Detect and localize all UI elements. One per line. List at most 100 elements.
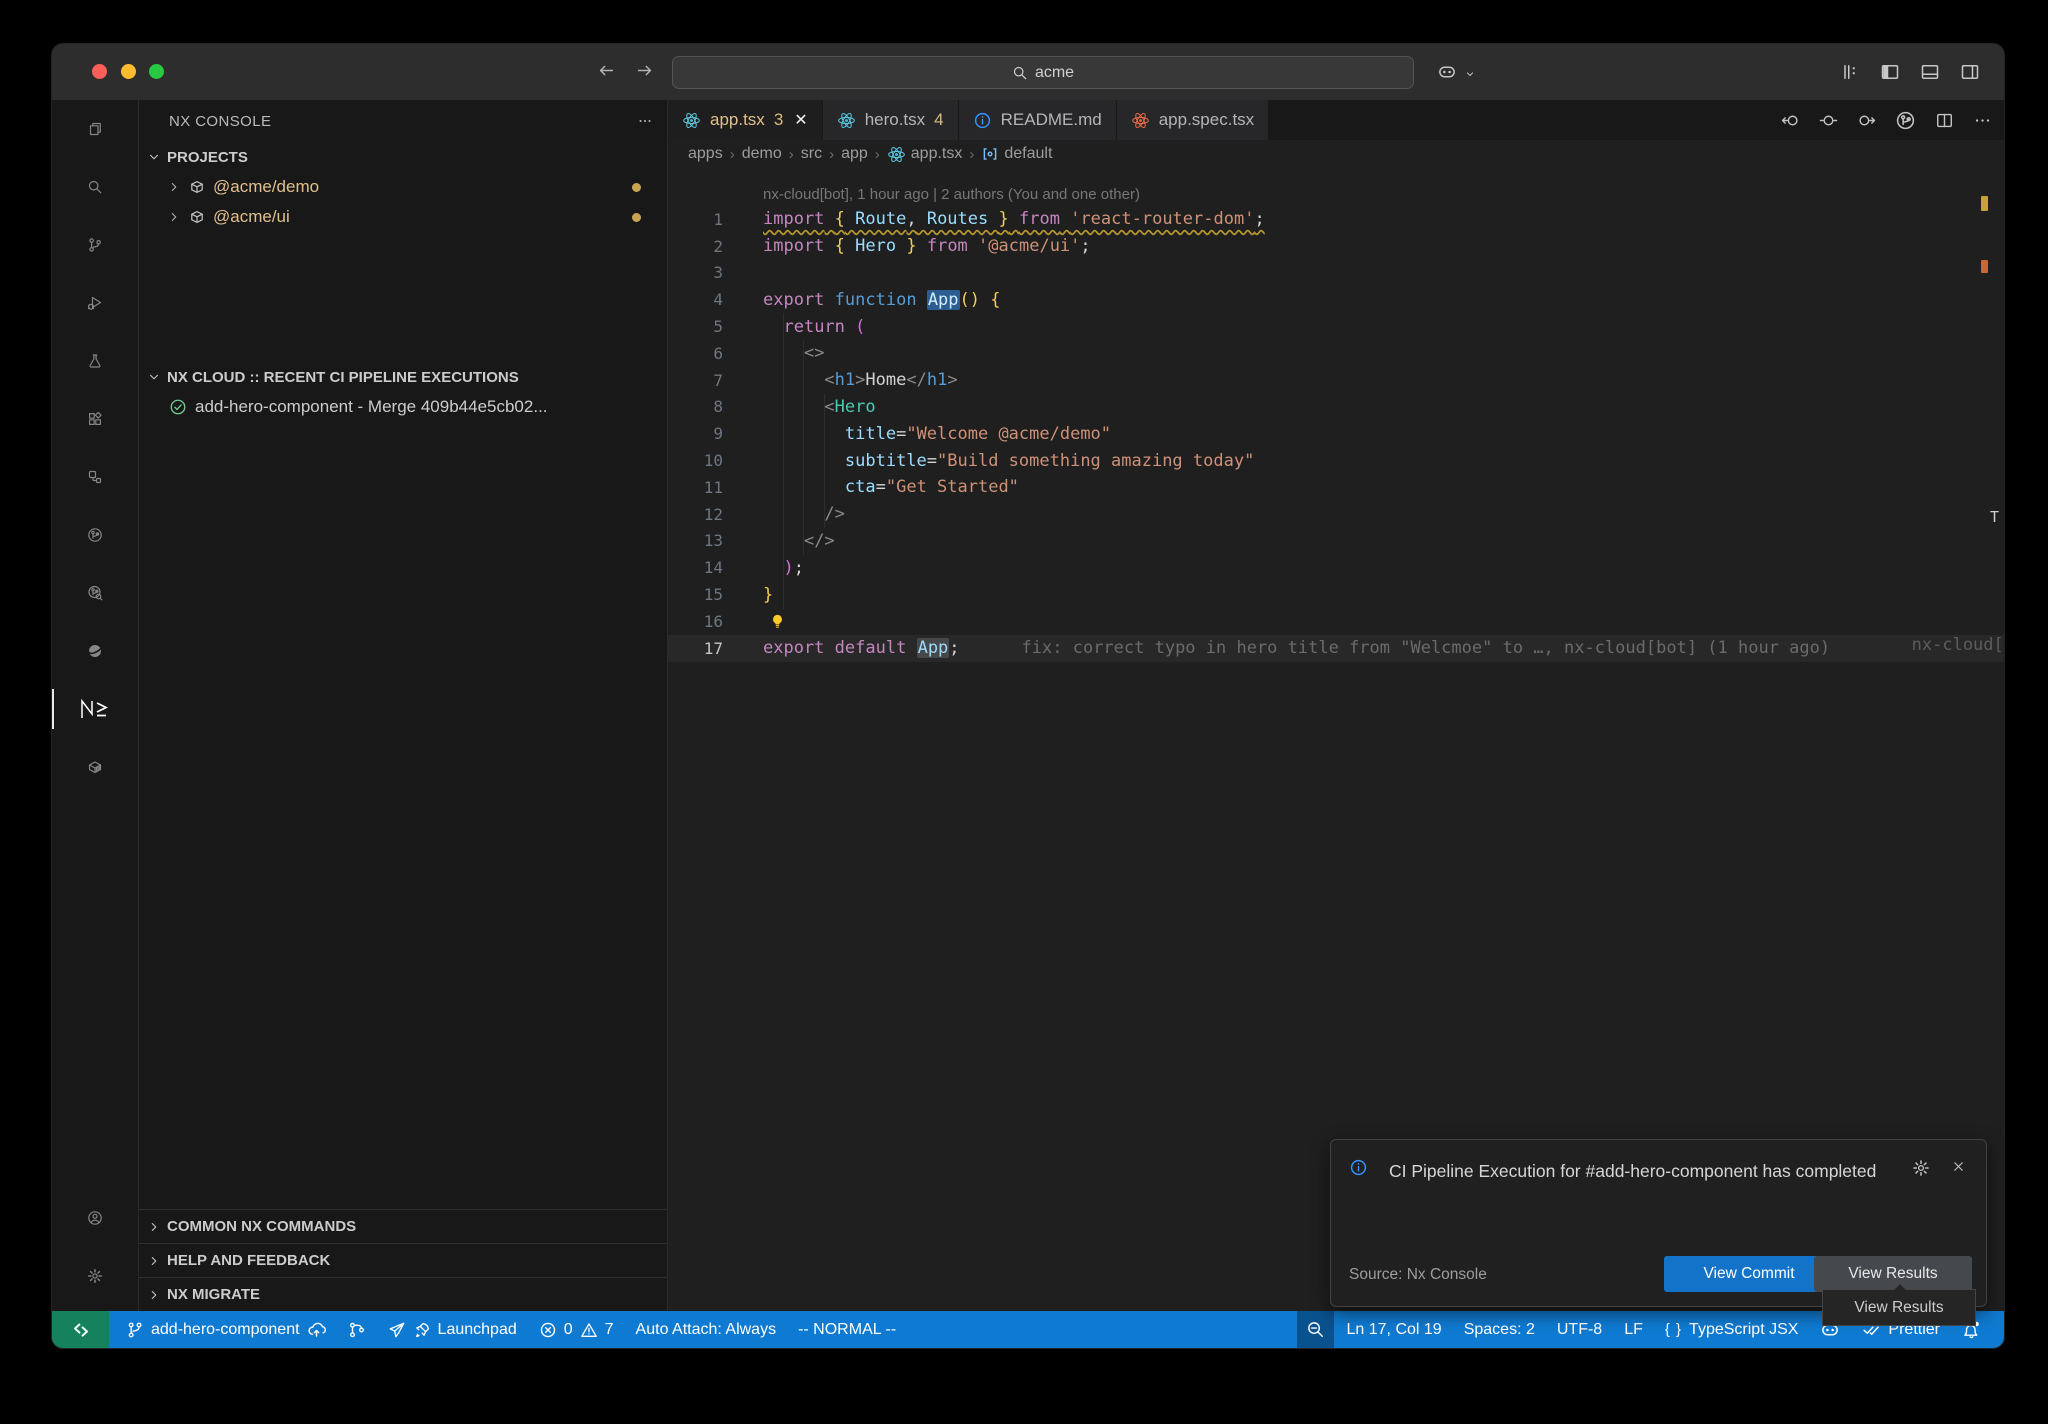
status-item[interactable] — [1297, 1311, 1334, 1348]
breadcrumb-item-app.tsx[interactable]: app.tsx — [887, 145, 963, 164]
more-actions-icon[interactable] — [1973, 111, 1992, 130]
nav-forward-circle-icon[interactable] — [1857, 111, 1876, 130]
react-blue-icon — [887, 145, 906, 164]
status-item-lf[interactable]: LF — [1615, 1311, 1652, 1348]
section-help-and-feedback[interactable]: HELP AND FEEDBACK — [139, 1243, 667, 1277]
toggle-panel-icon[interactable] — [1920, 62, 1940, 82]
section-projects[interactable]: PROJECTS — [139, 142, 667, 172]
nav-back-circle-icon[interactable] — [1781, 111, 1800, 130]
activity-bar-item-extensions[interactable] — [52, 390, 138, 448]
breadcrumb-item-default[interactable]: default — [981, 145, 1052, 163]
code-line-6[interactable]: 6 <> — [668, 340, 2004, 367]
line-number: 5 — [668, 317, 723, 336]
code-text: </> — [723, 531, 835, 551]
project-item[interactable]: @acme/ui — [139, 202, 667, 232]
remote-indicator[interactable] — [52, 1311, 109, 1348]
code-line-9[interactable]: 9 title="Welcome @acme/demo" — [668, 420, 2004, 447]
status-item[interactable] — [339, 1311, 375, 1348]
activity-bar-item-settings[interactable] — [52, 1247, 138, 1305]
status-item-auto-attach-always[interactable]: Auto Attach: Always — [627, 1311, 786, 1348]
status-item-utf-8[interactable]: UTF-8 — [1548, 1311, 1611, 1348]
activity-bar-item-search[interactable] — [52, 158, 138, 216]
activity-bar-item-gitlens-inspect[interactable] — [52, 564, 138, 622]
status-item-add-hero-component[interactable]: add-hero-component — [117, 1311, 335, 1348]
breadcrumb-item-app[interactable]: app — [841, 145, 868, 163]
nav-circle-icon[interactable] — [1819, 111, 1838, 130]
code-line-5[interactable]: 5 return ( — [668, 313, 2004, 340]
command-center[interactable]: acme — [672, 56, 1414, 89]
close-icon[interactable] — [1951, 1159, 1966, 1174]
activity-bar-item-nx-console[interactable] — [52, 680, 138, 738]
tab-README.md[interactable]: README.md — [959, 100, 1117, 140]
tab-hero.tsx[interactable]: hero.tsx4 — [823, 100, 959, 140]
activity-bar-item-source-control[interactable] — [52, 216, 138, 274]
code-line-7[interactable]: 7 <h1>Home</h1> — [668, 367, 2004, 394]
activity-bar-item-containers[interactable] — [52, 738, 138, 796]
code-line-14[interactable]: 14 ); — [668, 554, 2004, 581]
more-actions-icon[interactable] — [637, 113, 653, 129]
activity-bar-item-related-projects[interactable] — [52, 448, 138, 506]
code-line-2[interactable]: 2import { Hero } from '@acme/ui'; — [668, 233, 2004, 260]
activity-bar-item-testing[interactable] — [52, 332, 138, 390]
code-line-11[interactable]: 11 cta="Get Started" — [668, 474, 2004, 501]
toggle-primary-sidebar-icon[interactable] — [1880, 62, 1900, 82]
section-nx-cloud[interactable]: NX CLOUD :: RECENT CI PIPELINE EXECUTION… — [139, 362, 667, 392]
breadcrumb-item-src[interactable]: src — [801, 145, 822, 163]
tab-app.tsx[interactable]: app.tsx3✕ — [668, 100, 823, 140]
status-item-ln-17-col-19[interactable]: Ln 17, Col 19 — [1338, 1311, 1451, 1348]
code-line-1[interactable]: 1import { Route, Routes } from 'react-ro… — [668, 206, 2004, 233]
section-common-nx-commands[interactable]: COMMON NX COMMANDS — [139, 1209, 667, 1243]
code-line-4[interactable]: 4export function App() { — [668, 286, 2004, 313]
chevron-right-icon[interactable] — [167, 210, 181, 224]
toggle-secondary-sidebar-icon[interactable] — [1960, 62, 1980, 82]
breadcrumb-item-apps[interactable]: apps — [688, 145, 723, 163]
zoom-window-button[interactable] — [149, 64, 164, 79]
status-item-0[interactable]: 07 — [530, 1311, 623, 1348]
zoom-out-icon — [1306, 1320, 1325, 1339]
status-item--normal-[interactable]: -- NORMAL -- — [789, 1311, 905, 1348]
status-item-spaces-2[interactable]: Spaces: 2 — [1455, 1311, 1544, 1348]
code-line-15[interactable]: 15} — [668, 581, 2004, 608]
status-item-typescript-jsx[interactable]: { }TypeScript JSX — [1656, 1311, 1808, 1348]
activity-bar-item-run-debug[interactable] — [52, 274, 138, 332]
chevron-right-icon[interactable] — [167, 180, 181, 194]
nav-back-icon[interactable] — [597, 61, 616, 80]
warning-triangle-icon — [580, 1321, 598, 1339]
section-label: PROJECTS — [167, 149, 248, 166]
code-line-12[interactable]: 12 /> — [668, 501, 2004, 528]
section-nx-migrate[interactable]: NX MIGRATE — [139, 1277, 667, 1311]
gitlens-circle-icon[interactable] — [1895, 110, 1916, 131]
code-line-10[interactable]: 10 subtitle="Build something amazing tod… — [668, 447, 2004, 474]
breadcrumb-item-demo[interactable]: demo — [742, 145, 782, 163]
code-line-8[interactable]: 8 <Hero — [668, 394, 2004, 421]
code-text: return ( — [723, 317, 865, 337]
activity-bar-item-gitlens[interactable] — [52, 506, 138, 564]
close-tab-icon[interactable]: ✕ — [794, 110, 807, 130]
copilot-icon[interactable] — [1437, 62, 1457, 82]
view-results-button[interactable]: View Results — [1814, 1256, 1972, 1292]
close-window-button[interactable] — [92, 64, 107, 79]
customize-layout-icon[interactable] — [1840, 62, 1860, 82]
activity-bar-item-explorer[interactable] — [52, 100, 138, 158]
pipeline-execution-item[interactable]: add-hero-component - Merge 409b44e5cb02.… — [139, 392, 667, 422]
activity-bar-item-edge-tools[interactable] — [52, 622, 138, 680]
activity-bar-item-account[interactable] — [52, 1189, 138, 1247]
status-label: Launchpad — [438, 1321, 517, 1339]
code-line-16[interactable]: 16 — [668, 608, 2004, 635]
minimize-window-button[interactable] — [121, 64, 136, 79]
code-line-3[interactable]: 3 — [668, 260, 2004, 287]
split-editor-icon[interactable] — [1935, 111, 1954, 130]
tab-app.spec.tsx[interactable]: app.spec.tsx — [1117, 100, 1269, 140]
gear-icon[interactable] — [1912, 1159, 1930, 1177]
lightbulb-icon[interactable] — [769, 613, 786, 630]
view-commit-button[interactable]: View Commit — [1664, 1256, 1834, 1292]
code-line-13[interactable]: 13 </> — [668, 528, 2004, 555]
breadcrumb-label: src — [801, 145, 822, 163]
status-label: LF — [1624, 1321, 1643, 1339]
code-line-17[interactable]: 17export default App;fix: correct typo i… — [668, 635, 2004, 662]
status-item-launchpad[interactable]: Launchpad — [379, 1311, 526, 1348]
nav-forward-icon[interactable] — [635, 61, 654, 80]
status-label: -- NORMAL -- — [798, 1321, 896, 1339]
chevron-down-icon[interactable] — [1464, 68, 1476, 80]
project-item[interactable]: @acme/demo — [139, 172, 667, 202]
